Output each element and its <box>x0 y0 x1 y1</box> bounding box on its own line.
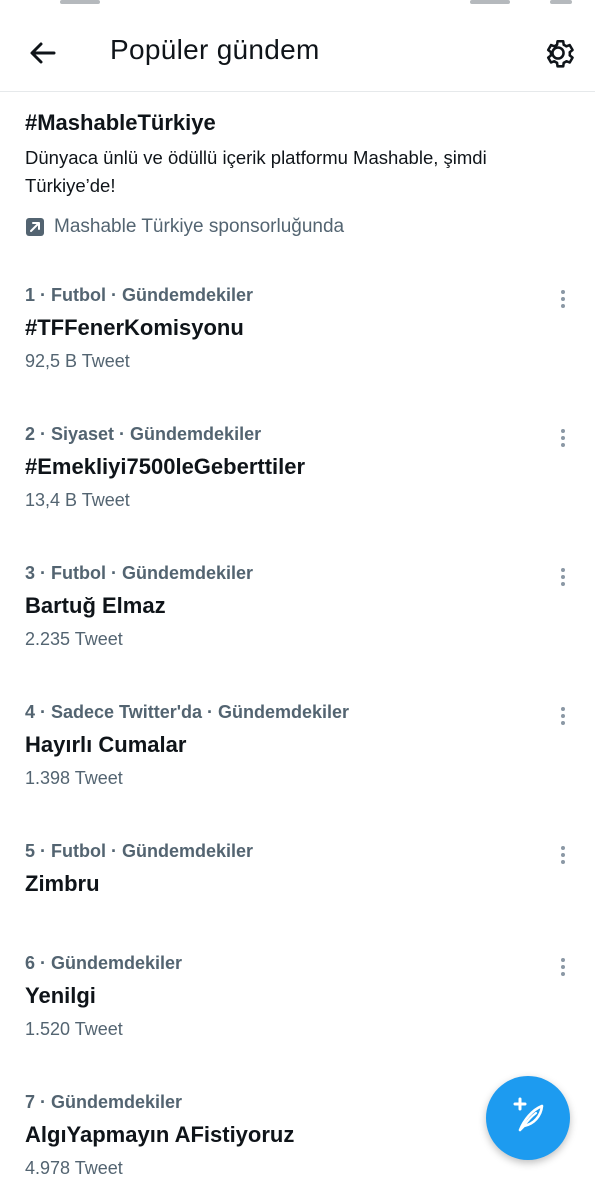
compose-tweet-icon <box>508 1096 548 1141</box>
promoted-trend[interactable]: #MashableTürkiye Dünyaca ünlü ve ödüllü … <box>0 92 595 252</box>
trend-item[interactable]: 1 · Futbol · Gündemdekiler #TFFenerKomis… <box>0 285 595 372</box>
trend-name: Hayırlı Cumalar <box>25 732 187 757</box>
trend-context: 1 · Futbol · Gündemdekiler <box>25 285 254 305</box>
more-options-icon[interactable] <box>555 426 571 448</box>
more-options-icon[interactable] <box>555 955 571 977</box>
status-bar-indicator <box>550 0 572 4</box>
more-options-icon[interactable] <box>555 565 571 587</box>
page-title: Popüler gündem <box>110 34 320 65</box>
trend-tweet-count: 13,4 B Tweet <box>25 490 130 510</box>
promoted-arrow-icon <box>25 217 45 237</box>
trend-tweet-count: 1.398 Tweet <box>25 768 123 788</box>
trend-item[interactable]: 4 · Sadece Twitter'da · Gündemdekiler Ha… <box>0 702 595 789</box>
sponsor-text: Mashable Türkiye sponsorluğunda <box>54 216 345 237</box>
trend-name: Yenilgi <box>25 983 96 1008</box>
compose-tweet-button[interactable] <box>486 1076 570 1160</box>
promoted-hashtag: #MashableTürkiye <box>25 110 216 135</box>
trend-tweet-count: 2.235 Tweet <box>25 629 123 649</box>
more-options-icon[interactable] <box>555 843 571 865</box>
status-bar-indicator <box>470 0 510 4</box>
arrow-left-icon[interactable] <box>26 36 60 70</box>
gear-icon[interactable] <box>539 34 577 72</box>
trend-context: 4 · Sadece Twitter'da · Gündemdekiler <box>25 702 350 722</box>
trend-item[interactable]: 5 · Futbol · Gündemdekiler Zimbru <box>0 841 595 897</box>
promoted-description: Dünyaca ünlü ve ödüllü içerik platformu … <box>25 147 487 196</box>
trend-context: 6 · Gündemdekiler <box>25 953 183 973</box>
trend-tweet-count: 1.520 Tweet <box>25 1019 123 1039</box>
trend-tweet-count: 4.978 Tweet <box>25 1158 123 1178</box>
more-options-icon[interactable] <box>555 704 571 726</box>
trend-context: 5 · Futbol · Gündemdekiler <box>25 841 254 861</box>
status-bar-indicator <box>60 0 100 4</box>
trend-item[interactable]: 2 · Siyaset · Gündemdekiler #Emekliyi750… <box>0 424 595 511</box>
trend-name: #Emekliyi7500leGeberttiler <box>25 454 306 479</box>
trend-item[interactable]: 3 · Futbol · Gündemdekiler Bartuğ Elmaz … <box>0 563 595 650</box>
trend-item[interactable]: 6 · Gündemdekiler Yenilgi 1.520 Tweet <box>0 953 595 1040</box>
more-options-icon[interactable] <box>555 287 571 309</box>
trend-name: Bartuğ Elmaz <box>25 593 166 618</box>
trend-tweet-count: 92,5 B Tweet <box>25 351 130 371</box>
sponsor-line: Mashable Türkiye sponsorluğunda <box>25 216 570 238</box>
trend-name: #TFFenerKomisyonu <box>25 315 244 340</box>
top-app-bar: Popüler gündem <box>0 12 595 92</box>
trend-name: Zimbru <box>25 871 100 896</box>
trend-context: 2 · Siyaset · Gündemdekiler <box>25 424 262 444</box>
status-bar <box>0 0 595 12</box>
trend-context: 3 · Futbol · Gündemdekiler <box>25 563 254 583</box>
